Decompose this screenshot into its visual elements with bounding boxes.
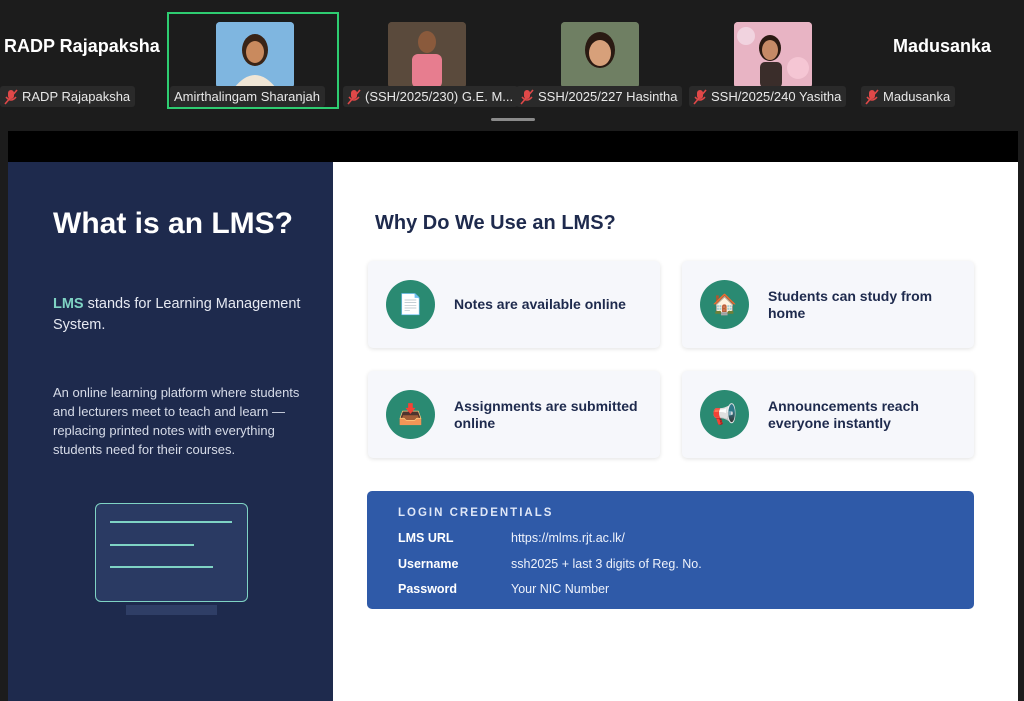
participant-name: Madusanka (883, 89, 951, 104)
slide-heading: What is an LMS? (53, 207, 293, 240)
lms-highlight: LMS (53, 296, 84, 312)
login-credentials-box: LOGIN CREDENTIALS LMS URL https://mlms.r… (367, 491, 974, 609)
participant-display-name: Madusanka (893, 36, 992, 56)
participant-video (734, 22, 812, 88)
slide-subheading: Why Do We Use an LMS? (375, 212, 616, 234)
credential-key: Username (398, 557, 459, 571)
megaphone-icon: 📢 (700, 390, 749, 439)
reason-text: Assignments are submitted online (454, 397, 638, 431)
credential-row: Username ssh2025 + last 3 digits of Reg.… (398, 557, 702, 571)
reason-text: Notes are available online (454, 296, 626, 312)
credential-row: LMS URL https://mlms.rjt.ac.lk/ (398, 531, 625, 545)
reason-card: 📥 Assignments are submitted online (368, 371, 660, 458)
slide-left-panel: What is an LMS? LMS stands for Learning … (8, 162, 333, 701)
participant-name: SSH/2025/227 Hasintha (538, 89, 678, 104)
person-avatar-icon (216, 22, 294, 88)
reason-card: 📢 Announcements reach everyone instantly (682, 371, 974, 458)
presentation-slide: What is an LMS? LMS stands for Learning … (8, 162, 1018, 701)
person-avatar-icon (388, 22, 466, 88)
participant-label: Amirthalingam Sharanjah (170, 86, 325, 107)
participant-name: SSH/2025/240 Yasitha (711, 89, 842, 104)
participant-name: RADP Rajapaksha (22, 89, 131, 104)
participant-video (561, 22, 639, 88)
participant-video (216, 22, 294, 88)
mic-muted-icon (347, 88, 361, 105)
monitor-illustration (95, 503, 248, 602)
credential-value: https://mlms.rjt.ac.lk/ (511, 531, 625, 545)
participant-label: RADP Rajapaksha (0, 86, 136, 107)
lms-description: An online learning platform where studen… (53, 385, 300, 457)
monitor-stand (126, 605, 217, 615)
participant-strip: RADP Rajapaksha RADP Rajapaksha Amirthal… (0, 0, 1024, 128)
credentials-heading: LOGIN CREDENTIALS (398, 507, 554, 519)
credential-value: ssh2025 + last 3 digits of Reg. No. (511, 557, 702, 571)
lms-definition: LMS stands for Learning Management Syste… (53, 294, 313, 336)
credential-value: Your NIC Number (511, 582, 610, 596)
reason-card: 🏠 Students can study from home (682, 261, 974, 348)
participant-label: SSH/2025/240 Yasitha (689, 86, 847, 107)
participant-video (388, 22, 466, 88)
upload-icon: 📥 (386, 390, 435, 439)
person-avatar-icon (734, 22, 812, 88)
mic-muted-icon (865, 88, 879, 105)
reason-card: 📄 Notes are available online (368, 261, 660, 348)
participant-display-name: RADP Rajapaksha (4, 36, 160, 56)
mic-muted-icon (520, 88, 534, 105)
lms-definition-text: stands for Learning Management System. (53, 296, 301, 333)
credential-key: LMS URL (398, 531, 454, 545)
house-icon: 🏠 (700, 280, 749, 329)
mic-muted-icon (4, 88, 18, 105)
participant-label: SSH/2025/227 Hasintha (516, 86, 683, 107)
credential-key: Password (398, 582, 458, 596)
participant-name: (SSH/2025/230) G.E. M... (365, 89, 514, 104)
strip-resize-handle[interactable] (491, 118, 535, 121)
reason-text: Announcements reach everyone instantly (768, 397, 919, 431)
participant-name: Amirthalingam Sharanjah (174, 89, 320, 104)
reason-text: Students can study from home (768, 287, 933, 321)
person-avatar-icon (561, 22, 639, 88)
credential-row: Password Your NIC Number (398, 582, 609, 596)
participant-label: Madusanka (861, 86, 956, 107)
mic-muted-icon (693, 88, 707, 105)
document-icon: 📄 (386, 280, 435, 329)
participant-label: (SSH/2025/230) G.E. M... (343, 86, 519, 107)
